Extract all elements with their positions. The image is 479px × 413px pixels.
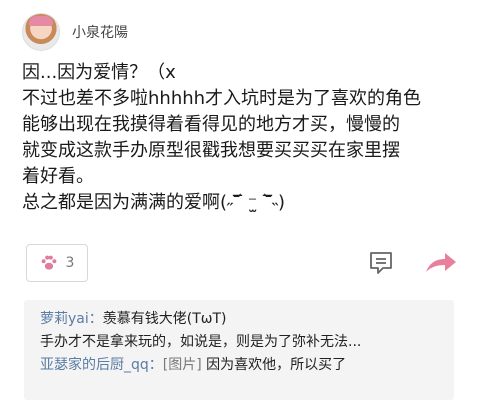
content-line: 着好看。 [22,166,94,187]
content-line: 不过也差不多啦hhhhh才入坑时是为了喜欢的角色 [22,88,422,109]
reply-list: 萝莉yai：羡慕有钱大佬(TωT) 手办才不是拿来玩的，如说是，则是为了弥补无法… [24,300,454,400]
content-line: 因...因为爱情？（x [22,62,176,83]
image-tag[interactable]: [图片] [163,357,202,373]
content-line: 总之都是因为满满的爱啊(˶‾᷄ ⁻̫ ‾᷅˵) [22,192,285,213]
reply-text: 因为喜欢他，所以买了 [201,357,347,373]
avatar[interactable] [22,13,60,51]
reply-username[interactable]: 萝莉yai： [40,311,103,327]
reply-text: 羡慕有钱大佬(TωT) [102,311,227,327]
like-button[interactable]: 3 [26,244,88,282]
reply-item[interactable]: 亚瑟家的后厨_qq：[图片] 因为喜欢他，所以买了 [40,354,444,377]
username[interactable]: 小泉花陽 [72,22,128,42]
reply-item[interactable]: 手办才不是拿来玩的，如说是，则是为了弥补无法... [40,331,444,354]
post-header: 小泉花陽 [22,12,128,52]
reply-text: 手办才不是拿来玩的，如说是，则是为了弥补无法... [40,334,362,350]
post-content: 因...因为爱情？（x 不过也差不多啦hhhhh才入坑时是为了喜欢的角色 能够出… [22,60,462,216]
like-count: 3 [65,255,75,271]
share-icon[interactable] [424,250,458,276]
comment-icon[interactable] [368,250,394,276]
reply-username[interactable]: 亚瑟家的后厨_qq： [40,357,163,373]
action-bar: 3 [26,244,462,282]
content-line: 能够出现在我摸得着看得见的地方才买，慢慢的 [22,114,400,135]
reply-item[interactable]: 萝莉yai：羡慕有钱大佬(TωT) [40,308,444,331]
paw-icon [41,255,56,270]
content-line: 就变成这款手办原型很戳我想要买买买在家里摆 [22,140,400,161]
